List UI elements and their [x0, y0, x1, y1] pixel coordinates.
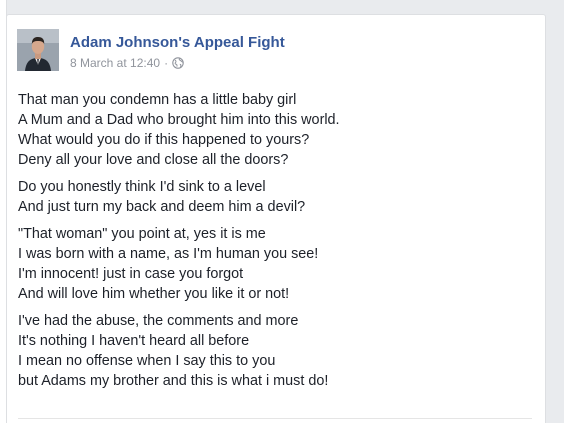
poem-stanza: "That woman" you point at, yes it is me … — [18, 224, 528, 304]
poem-line: but Adams my brother and this is what i … — [18, 373, 329, 389]
meta-separator: · — [164, 56, 169, 70]
poem-line: I was born with a name, as I'm human you… — [18, 246, 319, 262]
poem-line: And just turn my back and deem him a dev… — [18, 199, 306, 215]
poem-line: And will love him whether you like it or… — [18, 286, 290, 302]
poem-stanza: I've had the abuse, the comments and mor… — [18, 311, 528, 391]
poem-line: I'm innocent! just in case you forgot — [18, 266, 244, 282]
poem-line: "That woman" you point at, yes it is me — [18, 226, 266, 242]
poem-line: It's nothing I haven't heard all before — [18, 333, 250, 349]
post-body: That man you condemn has a little baby g… — [18, 90, 528, 398]
news-feed: Adam Johnson's Appeal Fight 8 March at 1… — [0, 0, 564, 423]
post-meta: 8 March at 12:40 · — [70, 56, 184, 70]
avatar[interactable] — [17, 29, 59, 71]
poem-line: A Mum and a Dad who brought him into thi… — [18, 112, 340, 128]
poem-stanza: That man you condemn has a little baby g… — [18, 90, 528, 170]
globe-icon[interactable] — [172, 57, 184, 69]
poem-line: What would you do if this happened to yo… — [18, 132, 310, 148]
profile-photo-icon — [17, 29, 59, 71]
post-timestamp[interactable]: 8 March at 12:40 — [70, 56, 160, 70]
poem-stanza: Do you honestly think I'd sink to a leve… — [18, 177, 528, 217]
poem-line: Do you honestly think I'd sink to a leve… — [18, 179, 266, 195]
post-author-link[interactable]: Adam Johnson's Appeal Fight — [70, 34, 285, 52]
post-divider — [18, 418, 532, 419]
poem-line: Deny all your love and close all the doo… — [18, 152, 289, 168]
poem-line: I've had the abuse, the comments and mor… — [18, 313, 299, 329]
poem-line: That man you condemn has a little baby g… — [18, 92, 297, 108]
poem-line: I mean no offense when I say this to you — [18, 353, 276, 369]
post-card: Adam Johnson's Appeal Fight 8 March at 1… — [6, 14, 546, 423]
